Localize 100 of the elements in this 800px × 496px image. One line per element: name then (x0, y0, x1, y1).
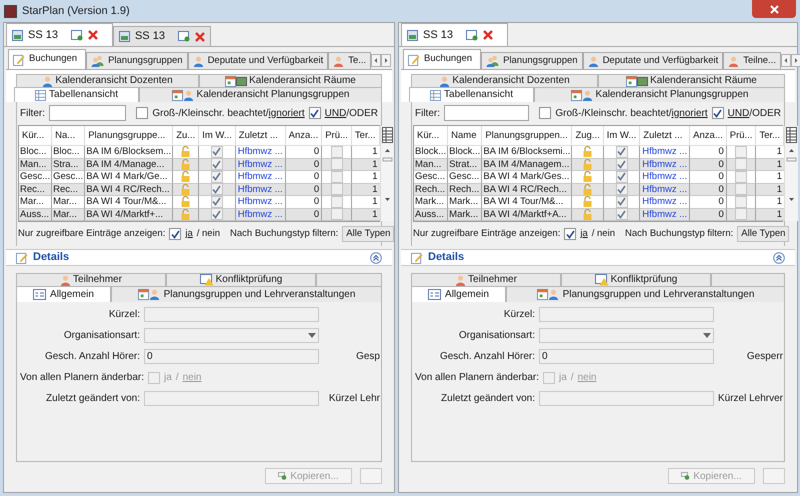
column-header[interactable]: Zu... (173, 126, 200, 146)
checkbox[interactable] (616, 170, 628, 183)
close-icon[interactable] (194, 32, 205, 42)
main-tab[interactable]: Planungsgruppen (86, 52, 188, 69)
collapse-icon[interactable] (773, 252, 785, 264)
ignore-case-link[interactable]: ignoriert (268, 106, 305, 120)
close-icon[interactable] (88, 30, 98, 40)
main-tab[interactable]: Deputate und Verfügbarkeit (188, 52, 328, 69)
checkbox[interactable] (210, 208, 223, 220)
checkbox[interactable] (735, 170, 748, 183)
details-tab[interactable]: Planungsgruppen und Lehrveranstaltungen (111, 286, 382, 302)
changed-by-field[interactable] (144, 391, 319, 406)
checkbox[interactable] (210, 196, 223, 208)
column-header[interactable]: Im W... (199, 126, 236, 146)
kuerzel-field[interactable] (539, 307, 714, 322)
yes-link[interactable]: ja (580, 226, 588, 242)
main-tab[interactable]: Teilne... (723, 52, 781, 69)
scroll-right-button[interactable] (381, 54, 392, 67)
column-header[interactable]: Zuletzt ... (640, 126, 690, 146)
view-tab[interactable]: Kalenderansicht Planungsgruppen (534, 87, 785, 102)
user-link[interactable]: Hfbmwz ... (642, 147, 688, 156)
checkbox[interactable] (735, 146, 748, 158)
checkbox[interactable] (330, 208, 343, 220)
column-header[interactable]: Prü... (322, 126, 352, 146)
details-tab[interactable]: Teilnehmer (411, 273, 561, 286)
close-icon[interactable] (482, 30, 493, 40)
document-tab[interactable]: SS 13 (112, 26, 211, 46)
view-tab[interactable]: Kalenderansicht Planungsgruppen (139, 87, 382, 102)
checkbox[interactable] (210, 158, 223, 170)
details-tab[interactable]: Planungsgruppen und Lehrveranstaltungen (506, 286, 785, 302)
new-window-icon[interactable] (70, 30, 83, 40)
scroll-left-button[interactable] (780, 54, 791, 67)
column-header[interactable]: Anza... (690, 126, 727, 146)
kuerzel-field[interactable] (144, 307, 319, 322)
main-tab[interactable]: Deputate und Verfügbarkeit (582, 52, 724, 69)
checkbox[interactable] (616, 196, 628, 208)
checkbox[interactable] (210, 183, 223, 196)
checkbox[interactable] (735, 158, 748, 170)
checkbox[interactable] (330, 183, 343, 196)
view-tab[interactable]: Kalenderansicht Räume (598, 74, 785, 87)
column-chooser-icon[interactable] (785, 126, 798, 144)
checkbox[interactable] (148, 372, 160, 384)
filter-field[interactable] (49, 105, 126, 121)
column-chooser-icon[interactable] (380, 126, 394, 144)
close-button[interactable] (752, 0, 796, 18)
details-tab[interactable]: Allgemein (16, 286, 111, 302)
column-header[interactable]: Planungsgruppe... (85, 126, 174, 146)
scroll-right-button[interactable] (790, 54, 800, 67)
checkbox[interactable] (735, 208, 748, 220)
document-tab[interactable]: SS 13 (6, 23, 113, 46)
column-header[interactable]: Anza... (286, 126, 322, 146)
checkbox[interactable] (712, 107, 724, 119)
column-header[interactable]: Planungsgruppen... (482, 126, 572, 146)
type-dropdown[interactable]: Alle Typen (342, 226, 394, 242)
checkbox[interactable] (210, 146, 223, 158)
type-dropdown[interactable]: Alle Typen (737, 226, 790, 242)
filter-field[interactable] (444, 105, 530, 121)
checkbox[interactable] (616, 208, 628, 220)
listeners-field[interactable]: 0 (144, 349, 319, 364)
user-link[interactable]: Hfbmwz ... (642, 197, 688, 206)
details-tab[interactable]: Teilnehmer (16, 273, 166, 286)
details-tab[interactable]: Konfliktprüfung (166, 273, 316, 286)
checkbox[interactable] (169, 228, 182, 240)
document-tab[interactable]: SS 13 (401, 23, 508, 46)
checkbox[interactable] (543, 372, 555, 384)
no-option[interactable]: / nein (196, 226, 220, 242)
checkbox[interactable] (330, 170, 343, 183)
column-header[interactable]: Kür... (414, 126, 448, 146)
ignore-case-link[interactable]: ignoriert (672, 106, 708, 120)
column-header[interactable]: Im W... (604, 126, 640, 146)
column-header[interactable]: Name (448, 126, 482, 146)
main-tab[interactable]: Planungsgruppen (481, 52, 583, 69)
scroll-left-button[interactable] (371, 54, 382, 67)
column-header[interactable]: Ter... (352, 126, 380, 146)
checkbox[interactable] (616, 183, 628, 196)
checkbox[interactable] (616, 158, 628, 170)
checkbox[interactable] (564, 228, 576, 240)
no-option[interactable]: / nein (592, 226, 615, 242)
checkbox[interactable] (735, 196, 748, 208)
column-header[interactable]: Na... (52, 126, 86, 146)
column-header[interactable]: Ter... (756, 126, 784, 146)
checkbox[interactable] (136, 107, 148, 119)
checkbox[interactable] (210, 170, 223, 183)
changed-by-field[interactable] (539, 391, 714, 406)
user-link[interactable]: Hfbmwz ... (238, 172, 283, 182)
view-tab[interactable]: Kalenderansicht Räume (199, 74, 382, 87)
checkbox[interactable] (330, 196, 343, 208)
main-tab[interactable]: Te... (328, 52, 372, 69)
column-header[interactable]: Kür... (19, 126, 52, 146)
checkbox[interactable] (330, 158, 343, 170)
view-tab[interactable]: Kalenderansicht Dozenten (16, 74, 199, 87)
column-header[interactable]: Zug... (572, 126, 604, 146)
and-link[interactable]: UND (324, 106, 346, 120)
checkbox[interactable] (308, 107, 321, 119)
checkbox[interactable] (616, 146, 628, 158)
main-tab[interactable]: Buchungen (8, 49, 86, 69)
view-tab[interactable]: Tabellenansicht (409, 87, 534, 102)
user-link[interactable]: Hfbmwz ... (238, 197, 283, 206)
view-tab[interactable]: Kalenderansicht Dozenten (411, 74, 598, 87)
checkbox[interactable] (539, 107, 552, 119)
